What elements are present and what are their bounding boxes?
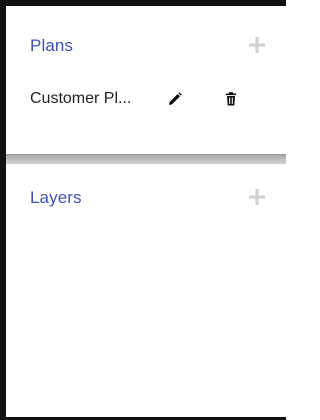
plan-name: Customer Pl...	[30, 90, 132, 107]
add-plan-button[interactable]	[248, 36, 266, 54]
edit-plan-button[interactable]	[167, 91, 183, 107]
panel-divider[interactable]	[6, 155, 286, 163]
layers-panel-title: Layers	[30, 188, 82, 207]
plans-panel-title: Plans	[30, 36, 74, 55]
plus-icon	[249, 37, 265, 53]
trash-icon	[226, 92, 236, 106]
delete-plan-button[interactable]	[223, 91, 239, 107]
layers-panel: Layers	[6, 163, 286, 417]
plus-icon	[249, 189, 265, 205]
plan-list-item[interactable]: Customer Pl...	[30, 88, 270, 112]
pencil-icon	[169, 92, 182, 105]
plans-panel: Plans Customer Pl...	[6, 6, 286, 155]
add-layer-button[interactable]	[248, 188, 266, 206]
